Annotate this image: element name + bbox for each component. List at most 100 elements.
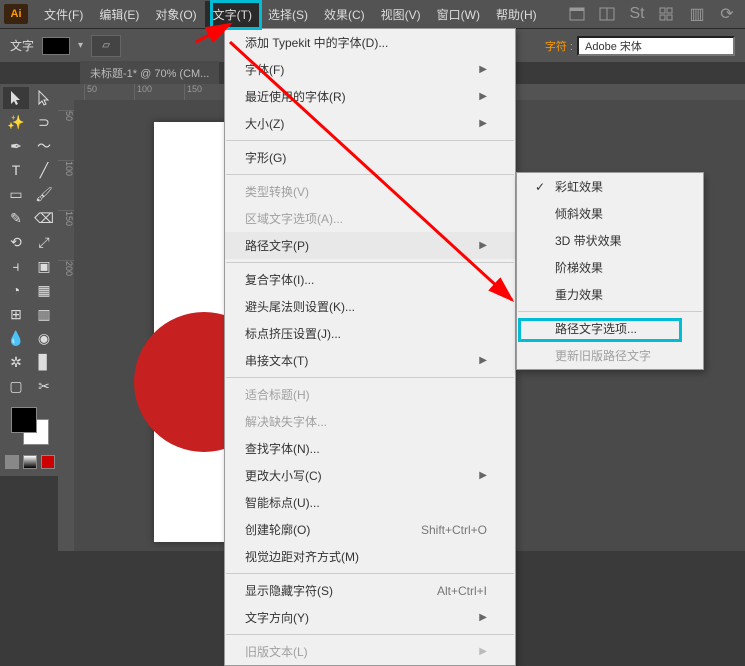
- menu-item: 类型转换(V): [225, 178, 515, 205]
- submenu-item-label: 彩虹效果: [555, 178, 685, 195]
- menu-item-label: 更改大小写(C): [245, 467, 322, 484]
- menu-item[interactable]: 字形(G): [225, 144, 515, 171]
- menu-item[interactable]: 创建轮廓(O)Shift+Ctrl+O: [225, 516, 515, 543]
- menu-item[interactable]: 查找字体(N)...: [225, 435, 515, 462]
- menu-item-label: 添加 Typekit 中的字体(D)...: [245, 34, 388, 51]
- menu-item[interactable]: 避头尾法则设置(K)...: [225, 293, 515, 320]
- menu-item[interactable]: 路径文字(P)▶: [225, 232, 515, 259]
- ruler-tick: 150: [58, 210, 74, 260]
- menu-item[interactable]: 复合字体(I)...: [225, 266, 515, 293]
- menubar: Ai 文件(F)编辑(E)对象(O)文字(T)选择(S)效果(C)视图(V)窗口…: [0, 0, 745, 28]
- menu-item-label: 串接文本(T): [245, 352, 308, 369]
- character-panel-label[interactable]: 字符 :: [545, 38, 573, 54]
- ruler-tick: 100: [58, 160, 74, 210]
- draw-normal[interactable]: [5, 455, 19, 469]
- menu-item-label: 字形(G): [245, 149, 286, 166]
- column-graph-tool[interactable]: ▊: [31, 351, 57, 373]
- blend-tool[interactable]: ◉: [31, 327, 57, 349]
- menu-item[interactable]: 视觉边距对齐方式(M): [225, 543, 515, 570]
- menu-separator: [226, 174, 514, 175]
- type-menu-dropdown: 添加 Typekit 中的字体(D)... 字体(F)▶最近使用的字体(R)▶大小…: [224, 28, 516, 666]
- grid-icon[interactable]: [657, 5, 677, 23]
- ruler-tick: 50: [58, 110, 74, 160]
- rectangle-tool[interactable]: ▭: [3, 183, 29, 205]
- menu-item[interactable]: 大小(Z)▶: [225, 110, 515, 137]
- line-tool[interactable]: ╱: [31, 159, 57, 181]
- submenu-arrow-icon: ▶: [479, 612, 487, 623]
- selection-tool[interactable]: [3, 87, 29, 109]
- symbol-sprayer-tool[interactable]: ✲: [3, 351, 29, 373]
- mesh-tool[interactable]: ⊞: [3, 303, 29, 325]
- width-tool[interactable]: ⫞: [3, 255, 29, 277]
- lasso-tool[interactable]: ⊃: [31, 111, 57, 133]
- menubar-item[interactable]: 文件(F): [36, 1, 91, 28]
- submenu-arrow-icon: ▶: [479, 355, 487, 366]
- sync-icon[interactable]: ⟳: [717, 5, 737, 23]
- magic-wand-tool[interactable]: ✨: [3, 111, 29, 133]
- menu-item[interactable]: 添加 Typekit 中的字体(D)...: [225, 29, 515, 56]
- font-family-select[interactable]: [577, 36, 735, 56]
- perspective-tool[interactable]: ▦: [31, 279, 57, 301]
- menubar-item[interactable]: 帮助(H): [488, 1, 545, 28]
- eyedropper-tool[interactable]: 💧: [3, 327, 29, 349]
- type-tool[interactable]: T: [3, 159, 29, 181]
- layout-icon[interactable]: [597, 5, 617, 23]
- menu-item[interactable]: 文字方向(Y)▶: [225, 604, 515, 631]
- panel-icon[interactable]: [567, 5, 587, 23]
- submenu-item[interactable]: 重力效果: [517, 281, 703, 308]
- menubar-item[interactable]: 编辑(E): [91, 1, 147, 28]
- menubar-item[interactable]: 文字(T): [205, 1, 260, 28]
- app-logo: Ai: [4, 4, 28, 24]
- menu-item[interactable]: 更改大小写(C)▶: [225, 462, 515, 489]
- menu-item-label: 智能标点(U)...: [245, 494, 320, 511]
- menu-item[interactable]: 串接文本(T) ▶: [225, 347, 515, 374]
- submenu-item[interactable]: 倾斜效果: [517, 200, 703, 227]
- submenu-item-label: 更新旧版路径文字: [555, 347, 685, 364]
- menu-item[interactable]: 标点挤压设置(J)...: [225, 320, 515, 347]
- pencil-tool[interactable]: ✎: [3, 207, 29, 229]
- submenu-item[interactable]: 3D 带状效果: [517, 227, 703, 254]
- gradient-tool[interactable]: ▥: [31, 303, 57, 325]
- fill-color[interactable]: [11, 407, 37, 433]
- menubar-item[interactable]: 选择(S): [260, 1, 316, 28]
- rotate-tool[interactable]: ⟲: [3, 231, 29, 253]
- menubar-item[interactable]: 对象(O): [147, 1, 204, 28]
- settings-icon[interactable]: ▥: [687, 5, 707, 23]
- stock-icon[interactable]: St: [627, 5, 647, 23]
- menu-separator: [226, 634, 514, 635]
- menu-item[interactable]: 最近使用的字体(R)▶: [225, 83, 515, 110]
- paintbrush-tool[interactable]: 🖌: [31, 183, 57, 205]
- scale-tool[interactable]: ⤢: [31, 231, 57, 253]
- menu-item[interactable]: 智能标点(U)...: [225, 489, 515, 516]
- menu-item[interactable]: 字体(F)▶: [225, 56, 515, 83]
- artboard-tool[interactable]: ▢: [3, 375, 29, 397]
- menu-item[interactable]: 显示隐藏字符(S)Alt+Ctrl+I: [225, 577, 515, 604]
- menu-item-label: 类型转换(V): [245, 183, 309, 200]
- slice-tool[interactable]: ✂: [31, 375, 57, 397]
- eraser-tool[interactable]: ⌫: [31, 207, 57, 229]
- menu-separator: [226, 262, 514, 263]
- pen-tool[interactable]: ✒: [3, 135, 29, 157]
- direct-selection-tool[interactable]: [31, 87, 57, 109]
- menubar-item[interactable]: 窗口(W): [429, 1, 488, 28]
- submenu-item[interactable]: 阶梯效果: [517, 254, 703, 281]
- path-type-submenu: ✓彩虹效果倾斜效果3D 带状效果阶梯效果重力效果路径文字选项... 更新旧版路径文…: [516, 172, 704, 370]
- submenu-item: 更新旧版路径文字: [517, 342, 703, 369]
- stroke-swatch[interactable]: ▱: [91, 35, 121, 57]
- free-transform-tool[interactable]: ▣: [31, 255, 57, 277]
- document-tab[interactable]: 未标题-1* @ 70% (CM...: [80, 61, 219, 85]
- color-panel: [3, 403, 57, 449]
- draw-inside[interactable]: [41, 455, 55, 469]
- menubar-item[interactable]: 效果(C): [316, 1, 373, 28]
- menubar-item[interactable]: 视图(V): [373, 1, 429, 28]
- curvature-tool[interactable]: ～: [31, 135, 57, 157]
- fill-color-swatch[interactable]: [42, 37, 70, 55]
- shape-builder-tool[interactable]: ◔: [3, 279, 29, 301]
- menu-separator: [226, 573, 514, 574]
- menu-shortcut: Alt+Ctrl+I: [437, 584, 487, 598]
- submenu-item[interactable]: ✓彩虹效果: [517, 173, 703, 200]
- draw-behind[interactable]: [23, 455, 37, 469]
- submenu-item[interactable]: 路径文字选项...: [517, 315, 703, 342]
- dropdown-arrow-icon[interactable]: ▾: [78, 40, 83, 51]
- submenu-item-label: 重力效果: [555, 286, 685, 303]
